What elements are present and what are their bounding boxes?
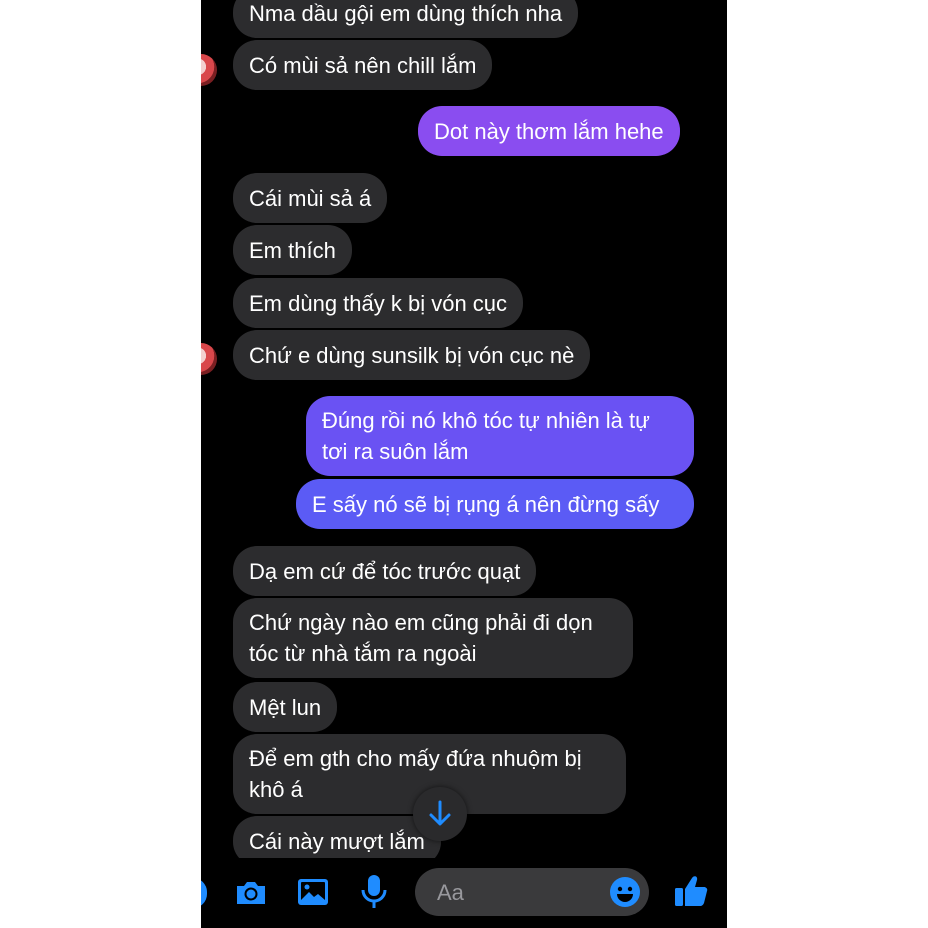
emoji-icon[interactable] <box>609 876 641 908</box>
message-bubble-incoming[interactable]: Cái mùi sả á <box>233 173 388 223</box>
message-bubble-outgoing[interactable]: Đúng rồi nó khô tóc tự nhiên là tự tơi r… <box>306 396 694 476</box>
scroll-to-bottom-button[interactable] <box>413 787 467 841</box>
message-bubble-incoming[interactable]: Nma dầu gội em dùng thích nha <box>233 0 579 38</box>
contact-avatar[interactable] <box>201 54 217 86</box>
message-input-placeholder: Aa <box>437 880 464 905</box>
camera-icon[interactable] <box>233 875 269 911</box>
gallery-icon[interactable] <box>296 875 330 909</box>
message-bubble-incoming[interactable]: Chứ ngày nào em cũng phải đi dọn tóc từ … <box>233 598 633 678</box>
more-actions-icon[interactable] <box>201 878 207 908</box>
message-bubble-incoming[interactable]: Em thích <box>233 225 352 275</box>
message-bubble-incoming[interactable]: Chứ e dùng sunsilk bị vón cục nè <box>233 330 591 380</box>
microphone-icon[interactable] <box>359 873 389 911</box>
message-input[interactable]: Aa <box>415 868 649 916</box>
contact-avatar[interactable] <box>201 343 217 375</box>
chat-screen: Nma dầu gội em dùng thích nha Có mùi sả … <box>201 0 727 928</box>
composer-bar: Aa <box>201 858 727 928</box>
arrow-down-icon <box>429 800 451 826</box>
message-bubble-incoming[interactable]: Có mùi sả nên chill lắm <box>233 40 493 90</box>
message-bubble-incoming[interactable]: Em dùng thấy k bị vón cục <box>233 278 524 328</box>
thumbs-up-icon[interactable] <box>673 872 709 910</box>
message-bubble-incoming[interactable]: Dạ em cứ để tóc trước quạt <box>233 546 537 596</box>
message-bubble-outgoing[interactable]: E sấy nó sẽ bị rụng á nên đừng sấy <box>296 479 694 529</box>
message-bubble-incoming[interactable]: Mệt lun <box>233 682 338 732</box>
message-bubble-outgoing[interactable]: Dot này thơm lắm hehe <box>418 106 680 156</box>
